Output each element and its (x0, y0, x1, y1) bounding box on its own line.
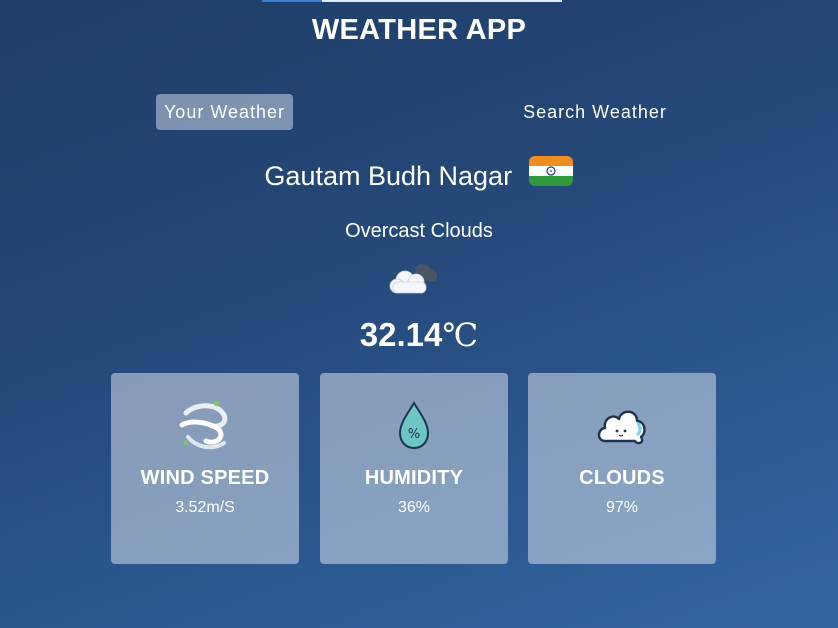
wind-speed-value: 3.52m/S (175, 499, 235, 516)
clouds-value: 97% (605, 499, 639, 516)
wind-speed-label: WIND SPEED (140, 467, 270, 489)
temperature-readout: 32.14℃ (0, 316, 838, 354)
tab-search-weather[interactable]: Search Weather (508, 94, 682, 130)
city-name: Gautam Budh Nagar (264, 161, 513, 191)
wind-speed-card: WIND SPEED 3.52m/S (111, 373, 299, 564)
overcast-clouds-icon (385, 258, 443, 300)
weather-description: Overcast Clouds (345, 220, 493, 242)
temperature-unit: ℃ (442, 316, 479, 354)
humidity-label: HUMIDITY (364, 467, 464, 489)
clouds-label: CLOUDS (579, 467, 665, 489)
clouds-card: CLOUDS 97% (528, 373, 716, 564)
wind-icon (174, 397, 236, 455)
humidity-value: 36% (397, 499, 431, 516)
app-title: WEATHER APP (311, 14, 527, 46)
humidity-drop-icon: % (383, 397, 445, 455)
top-strip-accent (262, 0, 322, 2)
humidity-card: % HUMIDITY 36% (320, 373, 508, 564)
location-row: Gautam Budh Nagar (0, 156, 838, 194)
india-flag-icon (528, 154, 574, 197)
cloud-icon (591, 397, 653, 455)
svg-text:%: % (408, 427, 420, 442)
temperature-value: 32.14 (359, 316, 443, 353)
top-strip (262, 0, 562, 2)
tab-your-weather[interactable]: Your Weather (156, 94, 293, 130)
